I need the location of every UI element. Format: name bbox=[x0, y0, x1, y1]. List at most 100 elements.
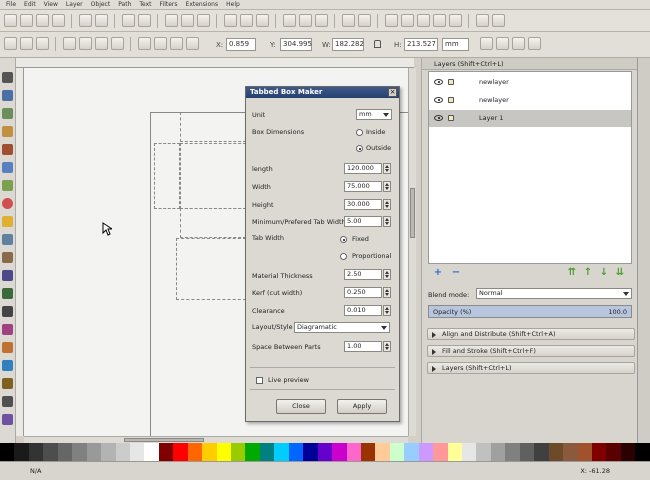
deselect-button[interactable] bbox=[36, 37, 49, 50]
preferences-button[interactable] bbox=[492, 14, 505, 27]
rotate-ccw-button[interactable] bbox=[63, 37, 76, 50]
scale-corners-button[interactable] bbox=[496, 37, 509, 50]
color-swatch[interactable] bbox=[202, 443, 217, 461]
color-swatch[interactable] bbox=[259, 443, 275, 461]
zoom-page-button[interactable] bbox=[256, 14, 269, 27]
color-swatch[interactable] bbox=[534, 443, 549, 461]
node-tool-icon[interactable] bbox=[2, 90, 13, 101]
color-swatch[interactable] bbox=[303, 443, 318, 461]
tweak-tool-icon[interactable] bbox=[2, 108, 13, 119]
horizontal-scroll-thumb[interactable] bbox=[124, 438, 204, 442]
menu-object[interactable]: Object bbox=[91, 1, 111, 8]
copy-button[interactable] bbox=[165, 14, 178, 27]
unit-select[interactable]: mm bbox=[442, 38, 469, 51]
space-between-parts-spinner[interactable] bbox=[383, 341, 391, 352]
close-button[interactable]: Close bbox=[276, 399, 326, 414]
fixed-radio[interactable] bbox=[340, 236, 347, 243]
select-all-button[interactable] bbox=[4, 37, 17, 50]
color-swatch[interactable] bbox=[129, 443, 145, 461]
box-part-top[interactable] bbox=[180, 112, 246, 142]
bucket-tool-icon[interactable] bbox=[2, 360, 13, 371]
layers-button[interactable] bbox=[417, 14, 430, 27]
kerf-spinner[interactable] bbox=[383, 287, 391, 298]
canvas-vertical-scrollbar[interactable] bbox=[408, 68, 416, 436]
color-swatch[interactable] bbox=[404, 443, 419, 461]
color-swatch[interactable] bbox=[43, 443, 58, 461]
connector-tool-icon[interactable] bbox=[2, 414, 13, 425]
eraser-tool-icon[interactable] bbox=[2, 342, 13, 353]
color-swatch[interactable] bbox=[72, 443, 87, 461]
color-swatch[interactable] bbox=[0, 443, 15, 461]
canvas-horizontal-scrollbar[interactable] bbox=[24, 436, 408, 443]
menu-edit[interactable]: Edit bbox=[24, 1, 36, 8]
color-swatch[interactable] bbox=[216, 443, 231, 461]
transform-patterns-button[interactable] bbox=[528, 37, 541, 50]
zoom-selection-button[interactable] bbox=[224, 14, 237, 27]
lower-to-bottom-button[interactable] bbox=[186, 37, 199, 50]
dock-scrollbar[interactable] bbox=[637, 58, 650, 443]
pen-tool-icon[interactable] bbox=[2, 270, 13, 281]
document-properties-button[interactable] bbox=[476, 14, 489, 27]
scale-stroke-button[interactable] bbox=[480, 37, 493, 50]
color-swatch[interactable] bbox=[577, 443, 592, 461]
box-part-left[interactable] bbox=[154, 143, 180, 209]
length-spinner[interactable] bbox=[383, 163, 391, 174]
measure-tool-icon[interactable] bbox=[2, 144, 13, 155]
raise-to-top-button[interactable] bbox=[138, 37, 151, 50]
flip-vertical-button[interactable] bbox=[111, 37, 124, 50]
material-thickness-input[interactable]: 2.50 bbox=[344, 269, 382, 280]
dialog-close-icon[interactable]: × bbox=[388, 88, 397, 97]
menu-text[interactable]: Text bbox=[139, 1, 151, 8]
box-part-center[interactable] bbox=[180, 143, 246, 209]
dialog-title-bar[interactable]: Tabbed Box Maker bbox=[246, 87, 399, 98]
spray-tool-icon[interactable] bbox=[2, 324, 13, 335]
color-swatch[interactable] bbox=[591, 443, 607, 461]
text-font-button[interactable] bbox=[401, 14, 414, 27]
clearance-spinner[interactable] bbox=[383, 305, 391, 316]
unlink-clone-button[interactable] bbox=[315, 14, 328, 27]
dropper-tool-icon[interactable] bbox=[2, 396, 13, 407]
inside-radio[interactable] bbox=[356, 129, 363, 136]
color-swatch[interactable] bbox=[563, 443, 578, 461]
raise-button[interactable] bbox=[154, 37, 167, 50]
3d-box-tool-icon[interactable] bbox=[2, 180, 13, 191]
color-swatch[interactable] bbox=[606, 443, 621, 461]
proportional-radio[interactable] bbox=[340, 253, 347, 260]
color-swatch[interactable] bbox=[173, 443, 188, 461]
color-swatch[interactable] bbox=[346, 443, 361, 461]
lock-icon[interactable] bbox=[448, 115, 454, 121]
lower-layer-bottom-icon[interactable]: ⇊ bbox=[614, 268, 626, 278]
color-swatch[interactable] bbox=[332, 443, 347, 461]
star-tool-icon[interactable] bbox=[2, 216, 13, 227]
color-swatch[interactable] bbox=[462, 443, 477, 461]
color-swatch[interactable] bbox=[418, 443, 434, 461]
calligraphy-tool-icon[interactable] bbox=[2, 288, 13, 299]
outside-radio[interactable] bbox=[356, 145, 363, 152]
rectangle-tool-icon[interactable] bbox=[2, 162, 13, 173]
paste-button[interactable] bbox=[197, 14, 210, 27]
color-swatch[interactable] bbox=[360, 443, 376, 461]
clearance-input[interactable]: 0.010 bbox=[344, 305, 382, 316]
undo-button[interactable] bbox=[122, 14, 135, 27]
pencil-tool-icon[interactable] bbox=[2, 252, 13, 263]
clone-button[interactable] bbox=[299, 14, 312, 27]
new-document-button[interactable] bbox=[4, 14, 17, 27]
color-swatch[interactable] bbox=[101, 443, 116, 461]
color-swatch[interactable] bbox=[447, 443, 462, 461]
import-button[interactable] bbox=[79, 14, 92, 27]
menu-view[interactable]: View bbox=[44, 1, 58, 8]
transform-gradients-button[interactable] bbox=[512, 37, 525, 50]
height-input[interactable]: 30.000 bbox=[344, 199, 382, 210]
color-swatch[interactable] bbox=[57, 443, 73, 461]
color-swatch[interactable] bbox=[476, 443, 491, 461]
zoom-drawing-button[interactable] bbox=[240, 14, 253, 27]
menu-filters[interactable]: Filters bbox=[160, 1, 178, 8]
save-button[interactable] bbox=[36, 14, 49, 27]
menu-extensions[interactable]: Extensions bbox=[186, 1, 219, 8]
zoom-tool-icon[interactable] bbox=[2, 126, 13, 137]
export-button[interactable] bbox=[95, 14, 108, 27]
box-part-front[interactable] bbox=[180, 208, 246, 238]
redo-button[interactable] bbox=[138, 14, 151, 27]
layer-row[interactable]: newlayer bbox=[429, 92, 631, 109]
color-swatch[interactable] bbox=[548, 443, 564, 461]
